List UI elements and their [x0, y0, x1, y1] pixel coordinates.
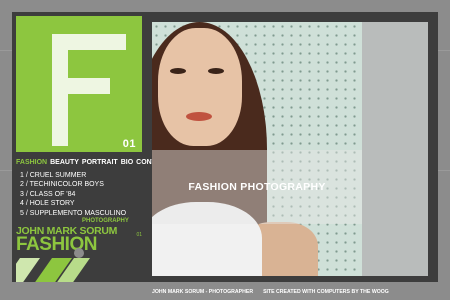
gallery-item[interactable]: 4 / HOLE STORY [20, 199, 144, 208]
logo-letter-top-bar [52, 34, 126, 50]
title-photography: PHOTOGRAPHY [82, 218, 129, 224]
section-title: FASHION [16, 234, 97, 255]
title-tag: 01 [136, 232, 142, 238]
nav-beauty[interactable]: BEAUTY [50, 159, 79, 166]
nav-portrait[interactable]: PORTRAIT [82, 159, 118, 166]
photo-caption: FASHION PHOTOGRAPHY [188, 181, 326, 193]
nav-fashion[interactable]: FASHION [16, 159, 47, 166]
gallery-item[interactable]: 3 / CLASS OF '84 [20, 190, 144, 199]
decorative-stripes [16, 258, 142, 282]
fashion-photo: FASHION PHOTOGRAPHY [152, 22, 362, 276]
footer-site-credit[interactable]: SITE CREATED WITH COMPUTERS BY THE WOOG [263, 289, 389, 295]
gallery-item[interactable]: 1 / CRUEL SUMMER [20, 171, 144, 180]
main-nav: FASHION BEAUTY PORTRAIT BIO CONTACT [16, 156, 170, 168]
side-panel [362, 22, 428, 276]
section-number: 01 [122, 138, 136, 150]
copyright-icon [74, 248, 84, 258]
footer-credit: JOHN MARK SORUM - PHOTOGRAPHER [152, 289, 254, 295]
gallery-item[interactable]: 2 / TECHINICOLOR BOYS [20, 180, 144, 189]
logo-box[interactable]: 01 [16, 16, 142, 152]
footer: JOHN MARK SORUM - PHOTOGRAPHER SITE CREA… [152, 286, 448, 298]
gallery-list: 1 / CRUEL SUMMER 2 / TECHINICOLOR BOYS 3… [20, 171, 144, 218]
nav-bio[interactable]: BIO [121, 159, 133, 166]
logo-letter [52, 34, 128, 146]
logo-letter-mid-bar [52, 78, 110, 94]
gallery-item[interactable]: 5 / SUPPLEMENTO MASCULINO [20, 209, 144, 218]
